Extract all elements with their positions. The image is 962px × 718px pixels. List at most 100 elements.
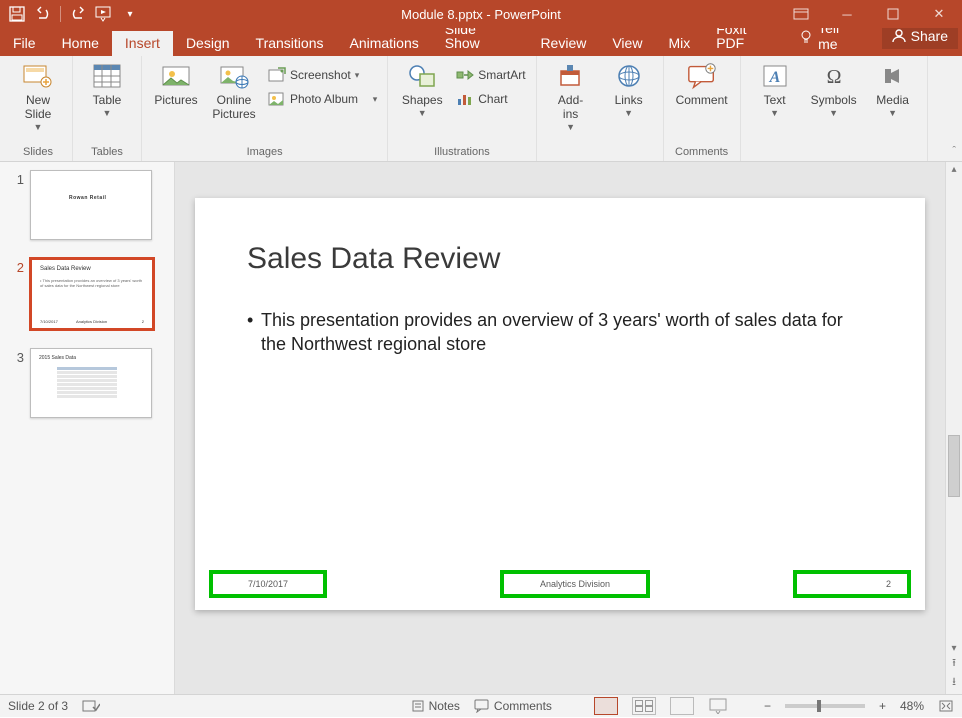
start-from-beginning-icon[interactable] xyxy=(93,3,115,25)
tab-mix[interactable]: Mix xyxy=(655,31,703,56)
save-icon[interactable] xyxy=(6,3,28,25)
photo-album-icon xyxy=(268,90,286,108)
slide-title[interactable]: Sales Data Review xyxy=(247,242,500,276)
media-label: Media xyxy=(876,94,909,108)
bullet-text: This presentation provides an overview o… xyxy=(261,308,865,357)
pictures-button[interactable]: Pictures xyxy=(148,58,204,110)
new-slide-button[interactable]: New Slide ▼ xyxy=(10,58,66,134)
group-label-comments: Comments xyxy=(675,144,728,161)
slide-editor[interactable]: Sales Data Review •This presentation pro… xyxy=(175,162,945,694)
close-button[interactable]: ✕ xyxy=(916,0,962,28)
qat-customize-icon[interactable]: ▾ xyxy=(119,3,141,25)
person-icon xyxy=(892,29,906,43)
thumb-number: 2 xyxy=(0,258,30,275)
footer-date: 7/10/2017 xyxy=(248,579,288,589)
table-button[interactable]: Table ▼ xyxy=(79,58,135,120)
slide-thumbnail-2[interactable]: Sales Data Review • This presentation pr… xyxy=(30,258,154,330)
symbols-button[interactable]: Ω Symbols ▼ xyxy=(805,58,863,120)
tab-view[interactable]: View xyxy=(599,31,655,56)
comments-icon xyxy=(474,699,490,713)
tab-transitions[interactable]: Transitions xyxy=(243,31,337,56)
slide-sorter-view-button[interactable] xyxy=(632,697,656,715)
group-label-tables: Tables xyxy=(91,144,123,161)
photo-album-label: Photo Album xyxy=(290,92,358,106)
minimize-button[interactable]: ─ xyxy=(824,0,870,28)
maximize-button[interactable] xyxy=(870,0,916,28)
table-label: Table xyxy=(93,94,122,108)
undo-icon[interactable] xyxy=(32,3,54,25)
addins-icon xyxy=(555,60,587,92)
next-slide-icon[interactable]: ⭳ xyxy=(952,673,956,692)
spellcheck-icon[interactable] xyxy=(82,699,100,713)
normal-view-button[interactable] xyxy=(594,697,618,715)
slide-canvas[interactable]: Sales Data Review •This presentation pro… xyxy=(195,198,925,610)
fit-to-window-button[interactable] xyxy=(938,699,954,713)
scroll-up-icon[interactable]: ▴ xyxy=(951,164,956,175)
smartart-button[interactable]: SmartArt xyxy=(452,64,529,86)
group-label-text-symbols-media xyxy=(832,144,835,161)
zoom-in-button[interactable]: + xyxy=(879,699,886,713)
footer-text: Analytics Division xyxy=(540,579,610,589)
slideshow-view-button[interactable] xyxy=(708,698,730,714)
online-pictures-icon xyxy=(218,60,250,92)
chevron-down-icon: ▼ xyxy=(566,122,575,132)
smartart-label: SmartArt xyxy=(478,68,525,82)
links-icon xyxy=(613,60,645,92)
vertical-scrollbar[interactable]: ▴ ▾ ⭱ ⭳ xyxy=(945,162,962,694)
tab-home[interactable]: Home xyxy=(49,31,112,56)
screenshot-icon xyxy=(268,66,286,84)
text-button[interactable]: A Text ▼ xyxy=(747,58,803,120)
addins-label: Add- ins xyxy=(558,94,583,122)
scroll-down-icon[interactable]: ▾ xyxy=(951,643,956,654)
text-icon: A xyxy=(759,60,791,92)
tab-insert[interactable]: Insert xyxy=(112,31,173,56)
share-label: Share xyxy=(911,28,948,44)
comments-button[interactable]: Comments xyxy=(474,699,552,713)
slide-thumbnail-3[interactable]: 2015 Sales Data xyxy=(30,348,152,418)
chevron-down-icon: ▼ xyxy=(624,108,633,118)
group-label-illustrations: Illustrations xyxy=(434,144,490,161)
footer-slidenum: 2 xyxy=(886,579,891,589)
slide-body[interactable]: •This presentation provides an overview … xyxy=(247,308,865,357)
shapes-icon xyxy=(406,60,438,92)
shapes-label: Shapes xyxy=(402,94,443,108)
chevron-down-icon: ▼ xyxy=(770,108,779,118)
ribbon-display-options-icon[interactable] xyxy=(778,0,824,28)
chevron-down-icon: ▼ xyxy=(103,108,112,118)
group-label-images: Images xyxy=(247,144,283,161)
chevron-down-icon: ▼ xyxy=(888,108,897,118)
chart-button[interactable]: Chart xyxy=(452,88,529,110)
tab-animations[interactable]: Animations xyxy=(336,31,431,56)
zoom-level[interactable]: 48% xyxy=(900,699,924,713)
chevron-down-icon: ▾ xyxy=(355,70,360,81)
new-slide-label: New Slide xyxy=(25,94,52,122)
screenshot-button[interactable]: Screenshot ▾ xyxy=(264,64,381,86)
previous-slide-icon[interactable]: ⭱ xyxy=(952,654,956,673)
status-slide-counter: Slide 2 of 3 xyxy=(8,699,68,713)
links-button[interactable]: Links ▼ xyxy=(601,58,657,120)
online-pictures-button[interactable]: Online Pictures xyxy=(206,58,262,124)
zoom-slider[interactable] xyxy=(785,704,865,708)
comment-label: Comment xyxy=(676,94,728,108)
zoom-out-button[interactable]: − xyxy=(764,699,771,713)
shapes-button[interactable]: Shapes ▼ xyxy=(394,58,450,120)
notes-button[interactable]: Notes xyxy=(411,699,460,713)
collapse-ribbon-icon[interactable]: ˆ xyxy=(952,145,956,157)
tab-review[interactable]: Review xyxy=(527,31,599,56)
reading-view-button[interactable] xyxy=(670,697,694,715)
photo-album-button[interactable]: Photo Album ▾ xyxy=(264,88,381,110)
comment-button[interactable]: Comment xyxy=(670,58,734,110)
redo-icon[interactable] xyxy=(67,3,89,25)
addins-button[interactable]: Add- ins ▼ xyxy=(543,58,599,134)
footer-text-highlight: Analytics Division xyxy=(500,570,650,598)
pictures-label: Pictures xyxy=(154,94,197,108)
text-label: Text xyxy=(764,94,786,108)
chart-icon xyxy=(456,90,474,108)
symbols-label: Symbols xyxy=(811,94,857,108)
links-label: Links xyxy=(615,94,643,108)
tab-file[interactable]: File xyxy=(0,31,49,56)
slide-thumbnail-1[interactable]: Rowan Retail xyxy=(30,170,152,240)
media-button[interactable]: Media ▼ xyxy=(865,58,921,120)
chevron-down-icon: ▼ xyxy=(34,122,43,132)
tab-design[interactable]: Design xyxy=(173,31,243,56)
